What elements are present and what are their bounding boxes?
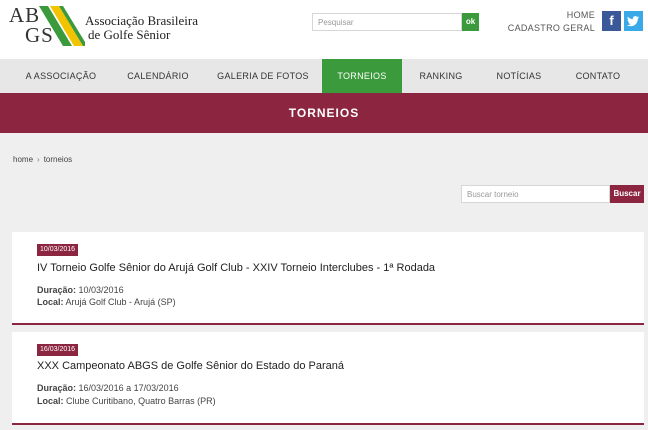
site-search-placeholder: Pesquisar — [318, 18, 354, 27]
nav-item-torneios[interactable]: TORNEIOS — [322, 59, 402, 93]
nav-item-associacao[interactable]: A ASSOCIAÇÃO — [18, 59, 104, 93]
page-title: TORNEIOS — [288, 106, 360, 120]
page-title-banner: TORNEIOS — [0, 93, 648, 133]
tournament-duration: Duração: 16/03/2016 a 17/03/2016 — [37, 383, 179, 393]
nav-item-ranking[interactable]: RANKING — [411, 59, 471, 93]
tournament-location: Local: Arujá Golf Club - Arujá (SP) — [37, 297, 176, 307]
tournament-card[interactable]: 10/03/2016 IV Torneio Golfe Sênior do Ar… — [12, 232, 644, 325]
tournament-location: Local: Clube Curitibano, Quatro Barras (… — [37, 396, 216, 406]
logo-gs: GS — [25, 23, 54, 47]
chevron-right-icon: › — [37, 155, 40, 164]
main-nav: A ASSOCIAÇÃO CALENDÁRIO GALERIA DE FOTOS… — [0, 59, 648, 93]
site-logo[interactable]: AB GS Associação Brasileira de Golfe Sên… — [9, 5, 209, 47]
tournament-date-badge: 16/03/2016 — [37, 344, 79, 356]
tournament-date-badge: 10/03/2016 — [37, 244, 79, 256]
tournament-duration: Duração: 10/03/2016 — [37, 285, 124, 295]
home-link[interactable]: HOME — [567, 10, 595, 20]
tournament-title[interactable]: IV Torneio Golfe Sênior do Arujá Golf Cl… — [37, 262, 435, 274]
tournament-search-input[interactable]: Buscar torneio — [461, 185, 610, 203]
tournament-title[interactable]: XXX Campeonato ABGS de Golfe Sênior do E… — [37, 360, 344, 372]
nav-item-galeria[interactable]: GALERIA DE FOTOS — [213, 59, 313, 93]
nav-item-contato[interactable]: CONTATO — [566, 59, 630, 93]
tournament-search-placeholder: Buscar torneio — [467, 190, 519, 199]
logo-name-line2: de Golfe Sênior — [88, 27, 171, 42]
breadcrumb-current: torneios — [43, 155, 73, 164]
facebook-icon[interactable]: f — [602, 11, 621, 31]
site-header: AB GS Associação Brasileira de Golfe Sên… — [0, 0, 648, 59]
tournament-search-button[interactable]: Buscar — [610, 185, 644, 203]
tournament-card[interactable]: 16/03/2016 XXX Campeonato ABGS de Golfe … — [12, 332, 644, 425]
cadastro-geral-link[interactable]: CADASTRO GERAL — [508, 23, 595, 33]
site-search-input[interactable]: Pesquisar — [312, 13, 462, 31]
nav-item-calendario[interactable]: CALENDÁRIO — [118, 59, 198, 93]
breadcrumb-home[interactable]: home — [13, 155, 33, 164]
twitter-icon[interactable] — [624, 11, 643, 31]
breadcrumb: home › torneios — [13, 155, 72, 164]
site-search-button[interactable]: ok — [462, 13, 479, 31]
nav-item-noticias[interactable]: NOTÍCIAS — [487, 59, 551, 93]
logo-ab: AB — [9, 3, 41, 27]
